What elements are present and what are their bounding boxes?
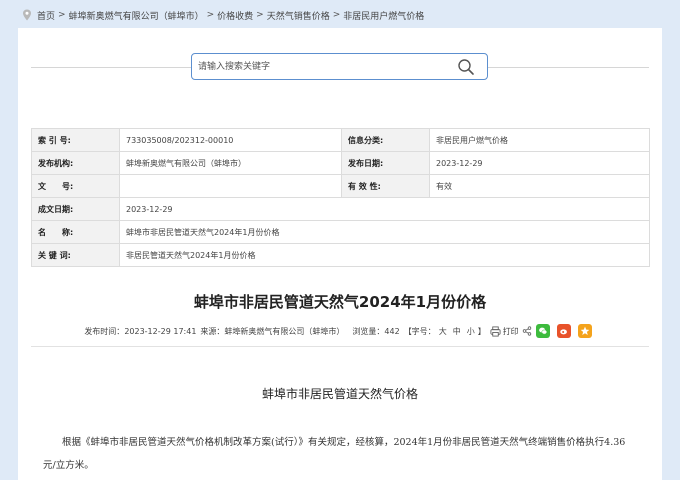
search-divider-left	[31, 67, 191, 68]
content-panel: 索 引 号: 733035008/202312-00010 信息分类: 非居民用…	[18, 28, 662, 480]
publish-date-label: 发布日期:	[341, 151, 430, 175]
category-value: 非居民用户燃气价格	[429, 128, 650, 152]
keywords-value: 非居民管道天然气2024年1月份价格	[119, 243, 650, 267]
font-size-end: 】	[477, 326, 486, 336]
font-size-large-button[interactable]: 大	[439, 326, 447, 337]
breadcrumb-separator: >	[58, 10, 66, 20]
printer-icon[interactable]	[490, 326, 501, 337]
qzone-star-icon[interactable]	[577, 324, 592, 338]
table-row: 关 键 词: 非居民管道天然气2024年1月份价格	[31, 243, 650, 267]
print-button[interactable]: 打印	[503, 326, 519, 337]
share-icon[interactable]	[522, 326, 532, 336]
document-metadata-table: 索 引 号: 733035008/202312-00010 信息分类: 非居民用…	[31, 128, 650, 267]
doc-number-value	[119, 174, 342, 198]
weibo-icon[interactable]	[556, 324, 571, 338]
validity-value: 有效	[429, 174, 650, 198]
font-size-label: 【字号：	[403, 326, 436, 336]
views-label: 浏览量：	[352, 326, 385, 336]
breadcrumb-separator: >	[206, 10, 215, 20]
article-subtitle: 蚌埠市非居民管道天然气价格	[261, 387, 418, 401]
search-icon[interactable]	[457, 58, 475, 76]
name-label: 名 称:	[31, 220, 120, 244]
search-input[interactable]	[198, 59, 448, 75]
table-row: 索 引 号: 733035008/202312-00010 信息分类: 非居民用…	[31, 128, 650, 152]
breadcrumb-pricing-link[interactable]: 价格收费	[217, 9, 253, 22]
article-title: 蚌埠市非居民管道天然气2024年1月份价格	[193, 293, 487, 311]
breadcrumb-company-link[interactable]: 蚌埠新奥燃气有限公司（蚌埠市）	[69, 9, 204, 22]
views-count: 442	[384, 326, 400, 336]
wechat-icon[interactable]	[535, 324, 550, 338]
publisher-value: 蚌埠新奥燃气有限公司（蚌埠市）	[119, 151, 342, 175]
doc-number-label: 文 号:	[31, 174, 120, 198]
search-divider-right	[488, 67, 649, 68]
breadcrumb: 首页 > 蚌埠新奥燃气有限公司（蚌埠市） > 价格收费 > 天然气销售价格 > …	[22, 6, 424, 24]
index-label: 索 引 号:	[31, 128, 120, 152]
publisher-label: 发布机构:	[31, 151, 120, 175]
created-date-label: 成文日期:	[31, 197, 120, 221]
publish-time-label: 发布时间：	[84, 326, 125, 336]
location-pin-icon	[23, 9, 31, 21]
created-date-value: 2023-12-29	[119, 197, 650, 221]
table-row: 成文日期: 2023-12-29	[31, 197, 650, 221]
breadcrumb-separator: >	[256, 10, 264, 20]
table-row: 名 称: 蚌埠市非居民管道天然气2024年1月份价格	[31, 220, 650, 244]
breadcrumb-gas-price-link[interactable]: 天然气销售价格	[267, 9, 330, 22]
index-value: 733035008/202312-00010	[119, 128, 342, 152]
article-info-bar: 发布时间： 2023-12-29 17:41 来源： 蚌埠新奥燃气有限公司（蚌埠…	[18, 322, 662, 340]
breadcrumb-home-link[interactable]: 首页	[37, 9, 55, 22]
font-size-small-button[interactable]: 小	[467, 326, 475, 337]
article-body: 根据《蚌埠市非居民管道天然气价格机制改革方案(试行）》有关规定，经核算，2024…	[43, 437, 626, 471]
article-divider	[31, 346, 649, 347]
keywords-label: 关 键 词:	[31, 243, 120, 267]
font-size-medium-button[interactable]: 中	[453, 326, 461, 337]
breadcrumb-nonresidential-link[interactable]: 非居民用户燃气价格	[343, 9, 424, 22]
validity-label: 有 效 性:	[341, 174, 430, 198]
publish-date-value: 2023-12-29	[429, 151, 650, 175]
category-label: 信息分类:	[341, 128, 430, 152]
source-label: 来源：	[200, 326, 225, 336]
breadcrumb-separator: >	[332, 10, 341, 20]
table-row: 发布机构: 蚌埠新奥燃气有限公司（蚌埠市） 发布日期: 2023-12-29	[31, 151, 650, 175]
publish-time: 2023-12-29 17:41	[124, 326, 197, 336]
search-box	[191, 53, 488, 80]
source: 蚌埠新奥燃气有限公司（蚌埠市）	[224, 326, 345, 336]
table-row: 文 号: 有 效 性: 有效	[31, 174, 650, 198]
name-value: 蚌埠市非居民管道天然气2024年1月份价格	[119, 220, 650, 244]
